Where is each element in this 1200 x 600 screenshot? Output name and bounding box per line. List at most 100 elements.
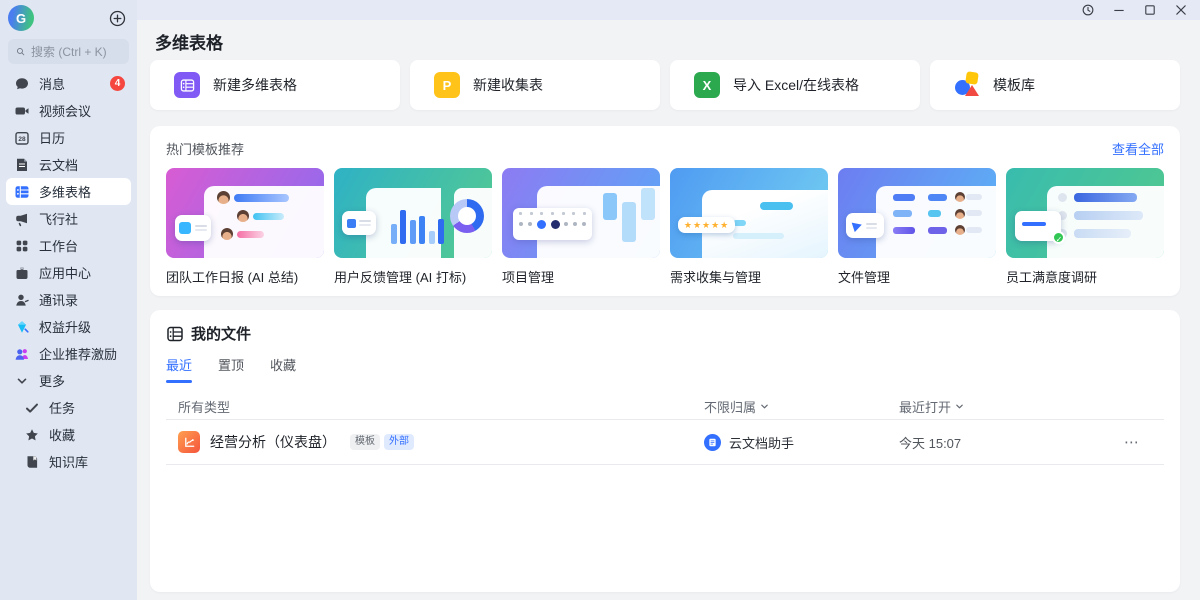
decor-avatar: [955, 209, 965, 219]
close-icon[interactable]: [1174, 3, 1188, 17]
search-box[interactable]: [8, 39, 129, 64]
history-icon[interactable]: [1081, 3, 1095, 17]
base-new-icon: [174, 72, 200, 98]
add-icon[interactable]: [109, 10, 126, 27]
template-library-button[interactable]: 模板库: [930, 60, 1180, 110]
decor: [760, 202, 793, 210]
decor: [893, 227, 915, 234]
chevron-down-icon: [760, 402, 769, 411]
decor-bar: [429, 231, 435, 244]
action-label: 新建收集表: [473, 75, 543, 95]
decor-badge: [342, 211, 376, 235]
maximize-icon[interactable]: [1143, 3, 1157, 17]
window-controls: [1081, 3, 1188, 17]
decor-bar: [622, 202, 636, 242]
filter-opened-dropdown[interactable]: 最近打开: [899, 397, 1124, 416]
new-form-button[interactable]: P 新建收集表: [410, 60, 660, 110]
sidebar-item-label: 收藏: [49, 425, 75, 444]
cursor-icon: [852, 219, 864, 231]
decor: [234, 194, 289, 202]
sidebar-item-tasks[interactable]: 任务: [6, 394, 131, 421]
filter-owner-label: 不限归属: [704, 397, 756, 416]
template-card-satisfaction-survey[interactable]: 员工满意度调研: [1006, 168, 1164, 286]
titlebar: [0, 0, 1200, 20]
decor: [1074, 229, 1131, 238]
unread-badge: 4: [110, 76, 125, 91]
template-card-file-management[interactable]: 文件管理: [838, 168, 996, 286]
new-base-button[interactable]: 新建多维表格: [150, 60, 400, 110]
decor-avatar: [955, 225, 965, 235]
import-excel-button[interactable]: X 导入 Excel/在线表格: [670, 60, 920, 110]
template-card-daily-report[interactable]: 团队工作日报 (AI 总结): [166, 168, 324, 286]
decor: [893, 194, 915, 201]
sidebar-item-label: 消息: [39, 74, 65, 93]
sidebar-item-favorites[interactable]: 收藏: [6, 421, 131, 448]
sidebar-item-workplace[interactable]: 工作台: [6, 232, 131, 259]
sidebar-item-label: 企业推荐激励: [39, 344, 117, 363]
sidebar-item-docs[interactable]: 云文档: [6, 151, 131, 178]
filter-all-types[interactable]: 所有类型: [166, 397, 704, 416]
decor-donut: [450, 199, 484, 233]
star-icon: [24, 427, 40, 443]
tab-recent[interactable]: 最近: [166, 355, 192, 383]
decor: [966, 210, 982, 216]
decor: [253, 213, 285, 220]
template-card-feedback[interactable]: 用户反馈管理 (AI 打标): [334, 168, 492, 286]
sidebar-item-calendar[interactable]: 28 日历: [6, 124, 131, 151]
sidebar-item-app-center[interactable]: 应用中心: [6, 259, 131, 286]
template-card-requirements[interactable]: 需求收集与管理: [670, 168, 828, 286]
sidebar-item-wiki[interactable]: 知识库: [6, 448, 131, 475]
template-badge: 模板: [350, 434, 380, 450]
sidebar-item-messages[interactable]: 消息 4: [6, 70, 131, 97]
template-name: 员工满意度调研: [1006, 267, 1164, 286]
decor: [1074, 211, 1144, 220]
decor: [733, 233, 784, 239]
minimize-icon[interactable]: [1112, 3, 1126, 17]
sidebar-item-label: 应用中心: [39, 263, 91, 282]
decor: [928, 210, 941, 217]
view-all-link[interactable]: 查看全部: [1112, 139, 1164, 158]
sidebar-item-label: 视频会议: [39, 101, 91, 120]
filter-owner-dropdown[interactable]: 不限归属: [704, 397, 899, 416]
more-actions-button[interactable]: ⋯: [1124, 433, 1164, 451]
dashboard-file-icon: [178, 431, 200, 453]
search-icon: [16, 45, 25, 58]
user-avatar[interactable]: G: [8, 5, 34, 31]
sidebar-item-upgrade[interactable]: 权益升级: [6, 313, 131, 340]
decor-bar: [410, 220, 416, 244]
contacts-person-icon: [14, 292, 30, 308]
chevron-down-icon: [955, 402, 964, 411]
sidebar-item-label: 工作台: [39, 236, 78, 255]
sidebar-item-contacts[interactable]: 通讯录: [6, 286, 131, 313]
owner-name: 云文档助手: [729, 433, 794, 452]
template-name: 项目管理: [502, 267, 660, 286]
decor-badge: [1015, 211, 1061, 241]
template-card-project[interactable]: 项目管理: [502, 168, 660, 286]
action-label: 模板库: [993, 75, 1035, 95]
files-table-header: 所有类型 不限归属 最近打开: [166, 393, 1164, 419]
chevron-down-icon: [14, 373, 30, 389]
sidebar-item-more[interactable]: 更多: [6, 367, 131, 394]
sidebar-item-video-meeting[interactable]: 视频会议: [6, 97, 131, 124]
decor-bar: [438, 219, 444, 244]
decor-bar: [603, 193, 617, 220]
decor: [966, 194, 982, 200]
template-thumbnail: [838, 168, 996, 258]
hot-templates-title: 热门模板推荐: [166, 139, 244, 158]
sidebar-item-base[interactable]: 多维表格: [6, 178, 131, 205]
quick-actions: 新建多维表格 P 新建收集表 X 导入 Excel/在线表格 模板库: [150, 60, 1180, 110]
file-row[interactable]: 经营分析（仪表盘） 模板 外部 云文档助手 今天 15:07 ⋯: [166, 420, 1164, 464]
sidebar-item-referral[interactable]: 企业推荐激励: [6, 340, 131, 367]
action-label: 新建多维表格: [213, 75, 297, 95]
template-thumbnail: [166, 168, 324, 258]
docs-icon: [14, 157, 30, 173]
video-camera-icon: [14, 103, 30, 119]
search-input[interactable]: [31, 45, 121, 59]
tab-pinned[interactable]: 置顶: [218, 355, 244, 383]
file-name: 经营分析（仪表盘）: [210, 432, 336, 452]
sidebar-item-label: 云文档: [39, 155, 78, 174]
sidebar-item-community[interactable]: 飞行社: [6, 205, 131, 232]
tab-favorites[interactable]: 收藏: [270, 355, 296, 383]
decor-bar: [391, 224, 397, 244]
decor: [966, 227, 982, 233]
